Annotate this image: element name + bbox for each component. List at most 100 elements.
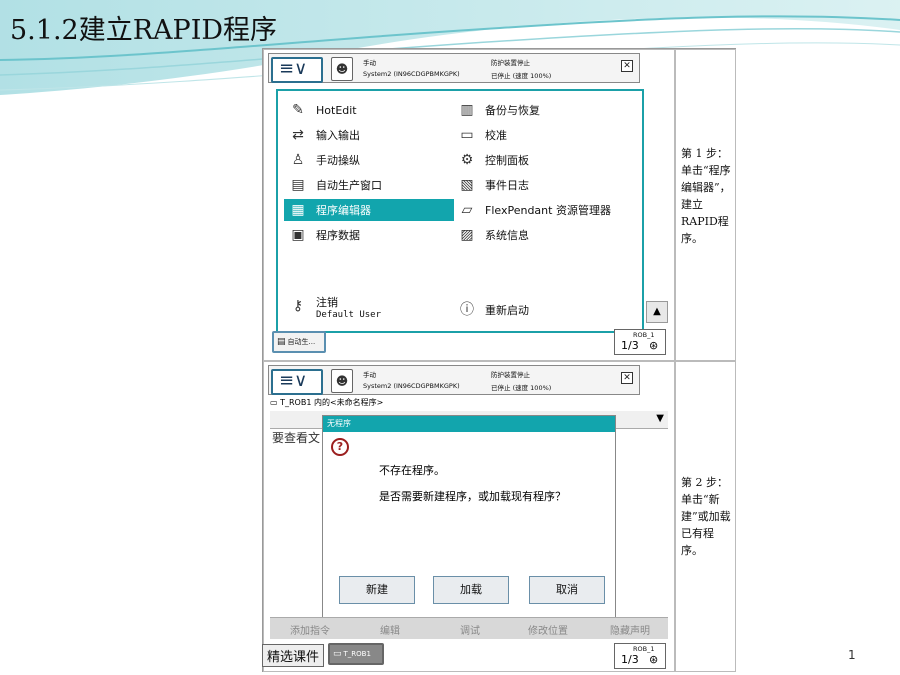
menu-item-backup[interactable]: ▥ 备份与恢复 bbox=[453, 99, 638, 121]
rob-label: ROB_1 bbox=[633, 331, 655, 339]
flexpendant-screen-main-menu: ≡∨ ☻ 手动 System2 (IN96CDGPBMKGPK) 防护装置停止 … bbox=[268, 53, 672, 357]
menu-item-program-data[interactable]: ▣ 程序数据 bbox=[284, 224, 454, 246]
debug-button[interactable]: 调试 bbox=[460, 622, 480, 637]
load-button[interactable]: 加载 bbox=[433, 576, 509, 604]
event-log-icon: ▧ bbox=[460, 177, 474, 193]
menu-item-label: 输入输出 bbox=[316, 129, 360, 142]
breadcrumb-label: T_ROB1 内的<未命名程序> bbox=[280, 398, 384, 407]
robot-status-icon: ☻ bbox=[331, 57, 353, 81]
system-info-icon: ▨ bbox=[460, 227, 474, 243]
menu-item-label: HotEdit bbox=[316, 103, 357, 117]
hide-declarations-button[interactable]: 隐藏声明 bbox=[610, 622, 650, 637]
file-explorer-icon: ▱ bbox=[461, 202, 473, 218]
modify-position-button[interactable]: 修改位置 bbox=[528, 622, 568, 637]
state-label: 已停止 (速度 100%) bbox=[491, 72, 552, 80]
menu-item-event-log[interactable]: ▧ 事件日志 bbox=[453, 174, 638, 196]
menu-item-hotedit[interactable]: ✎ HotEdit bbox=[284, 99, 454, 121]
menu-item-label: 手动操纵 bbox=[316, 154, 360, 167]
menu-item-jogging[interactable]: ♙ 手动操纵 bbox=[284, 149, 454, 171]
cancel-button[interactable]: 取消 bbox=[529, 576, 605, 604]
backup-icon: ▥ bbox=[460, 102, 474, 118]
menu-item-label: 程序数据 bbox=[316, 229, 360, 242]
user-label: Default User bbox=[316, 310, 382, 320]
rob-status-box[interactable]: ROB_1 1/3 ⊛ bbox=[614, 329, 666, 355]
dialog-message-2: 是否需要新建程序，或加载现有程序？ bbox=[379, 490, 566, 503]
mode-label: 手动 bbox=[363, 59, 376, 67]
rob-fraction: 1/3 bbox=[621, 653, 639, 666]
window-icon: ▤ bbox=[277, 337, 286, 347]
watermark-label: 精选课件 bbox=[262, 644, 325, 667]
main-menu-panel: ✎ HotEdit ⇄ 输入输出 ♙ 手动操纵 ▤ 自动生产窗口 ▦ 程序编辑器 ▣ 程序数… bbox=[276, 89, 644, 333]
system-label: System2 (IN96CDGPBMKGPK) bbox=[363, 70, 460, 78]
menu-item-file-explorer[interactable]: ▱ FlexPendant 资源管理器 bbox=[453, 199, 638, 221]
menu-item-label: 控制面板 bbox=[485, 154, 529, 167]
logout-label: 注销 bbox=[316, 296, 338, 309]
menu-item-logout[interactable]: ⚷ 注销 Default User bbox=[284, 297, 444, 327]
jogging-icon: ♙ bbox=[291, 152, 305, 168]
menu-item-label: 程序编辑器 bbox=[316, 204, 371, 217]
editor-bottom-bar: 添加指令 编辑 调试 修改位置 隐藏声明 bbox=[270, 617, 668, 639]
taskbar-t-rob1[interactable]: ▭ T_ROB1 bbox=[328, 643, 384, 665]
dropdown-arrow-icon[interactable]: ▼ bbox=[656, 413, 664, 424]
system-label: System2 (IN96CDGPBMKGPK) bbox=[363, 382, 460, 390]
menu-item-label: 事件日志 bbox=[485, 179, 529, 192]
mode-label: 手动 bbox=[363, 371, 376, 379]
add-instruction-button[interactable]: 添加指令 bbox=[290, 622, 330, 637]
steps-table: 第 1 步：单击“程序编辑器”，建立RAPID程序。 第 2 步：单击“新建”或… bbox=[262, 48, 736, 672]
step2-text: 第 2 步：单击“新建”或加载已有程序。 bbox=[681, 476, 731, 557]
guard-label: 防护装置停止 bbox=[491, 59, 530, 67]
abb-menu-button[interactable]: ≡∨ bbox=[271, 369, 323, 395]
restart-icon: ⓘ bbox=[460, 302, 474, 318]
menu-item-control-panel[interactable]: ⚙ 控制面板 bbox=[453, 149, 638, 171]
breadcrumb: ▭ T_ROB1 内的<未命名程序> bbox=[270, 397, 383, 408]
speed-icon: ⊛ bbox=[649, 653, 659, 666]
page-number: 1 bbox=[848, 648, 856, 662]
calibration-icon: ▭ bbox=[460, 127, 474, 143]
dialog-title: 无程序 bbox=[323, 416, 615, 432]
state-label: 已停止 (速度 100%) bbox=[491, 384, 552, 392]
scroll-up-button[interactable]: ▲ bbox=[646, 301, 668, 323]
close-icon[interactable]: ✕ bbox=[621, 372, 633, 384]
auto-window-icon: ▤ bbox=[291, 177, 305, 193]
slide-title: 5.1.2建立RAPID程序 bbox=[10, 15, 278, 46]
program-editor-icon: ▦ bbox=[291, 202, 305, 218]
menu-item-program-editor[interactable]: ▦ 程序编辑器 bbox=[284, 199, 454, 221]
abb-menu-button[interactable]: ≡∨ bbox=[271, 57, 323, 83]
menu-item-io[interactable]: ⇄ 输入输出 bbox=[284, 124, 454, 146]
background-text: 要查看文 bbox=[272, 431, 321, 445]
rob-status-box[interactable]: ROB_1 1/3 ⊛ bbox=[614, 643, 666, 669]
speed-icon: ⊛ bbox=[649, 339, 659, 352]
status-bar: ≡∨ ☻ 手动 System2 (IN96CDGPBMKGPK) 防护装置停止 … bbox=[268, 365, 640, 395]
menu-item-restart[interactable]: ⓘ 重新启动 bbox=[453, 299, 613, 321]
flexpendant-screen-program-editor: ≡∨ ☻ 手动 System2 (IN96CDGPBMKGPK) 防护装置停止 … bbox=[268, 365, 672, 669]
menu-item-label: 系统信息 bbox=[485, 229, 529, 242]
menu-item-label: FlexPendant 资源管理器 bbox=[485, 204, 611, 217]
menu-item-label: 校准 bbox=[485, 129, 507, 142]
menu-item-calibration[interactable]: ▭ 校准 bbox=[453, 124, 638, 146]
hotedit-icon: ✎ bbox=[292, 102, 304, 118]
menu-item-label: 备份与恢复 bbox=[485, 104, 540, 117]
control-panel-icon: ⚙ bbox=[460, 152, 474, 168]
rob-label: ROB_1 bbox=[633, 645, 655, 653]
no-program-dialog: 无程序 ? 不存在程序。 是否需要新建程序，或加载现有程序？ 新建 加载 取消 bbox=[322, 415, 616, 623]
edit-button[interactable]: 编辑 bbox=[380, 622, 400, 637]
close-icon[interactable]: ✕ bbox=[621, 60, 633, 72]
dialog-message-1: 不存在程序。 bbox=[379, 464, 445, 477]
menu-item-label: 重新启动 bbox=[485, 304, 529, 317]
program-icon: ▭ bbox=[333, 649, 342, 659]
key-icon: ⚷ bbox=[292, 298, 304, 314]
menu-item-label: 自动生产窗口 bbox=[316, 179, 382, 192]
robot-status-icon: ☻ bbox=[331, 369, 353, 393]
rob-fraction: 1/3 bbox=[621, 339, 639, 352]
taskbar-label: 自动生... bbox=[287, 338, 316, 346]
new-button[interactable]: 新建 bbox=[339, 576, 415, 604]
menu-item-system-info[interactable]: ▨ 系统信息 bbox=[453, 224, 638, 246]
taskbar-label: T_ROB1 bbox=[343, 650, 371, 658]
taskbar-auto-window[interactable]: ▤ 自动生... bbox=[272, 331, 326, 353]
guard-label: 防护装置停止 bbox=[491, 371, 530, 379]
io-icon: ⇄ bbox=[292, 127, 304, 143]
question-icon: ? bbox=[331, 438, 349, 456]
status-bar: ≡∨ ☻ 手动 System2 (IN96CDGPBMKGPK) 防护装置停止 … bbox=[268, 53, 640, 83]
menu-item-auto-window[interactable]: ▤ 自动生产窗口 bbox=[284, 174, 454, 196]
step1-text: 第 1 步：单击“程序编辑器”，建立RAPID程序。 bbox=[681, 147, 731, 245]
